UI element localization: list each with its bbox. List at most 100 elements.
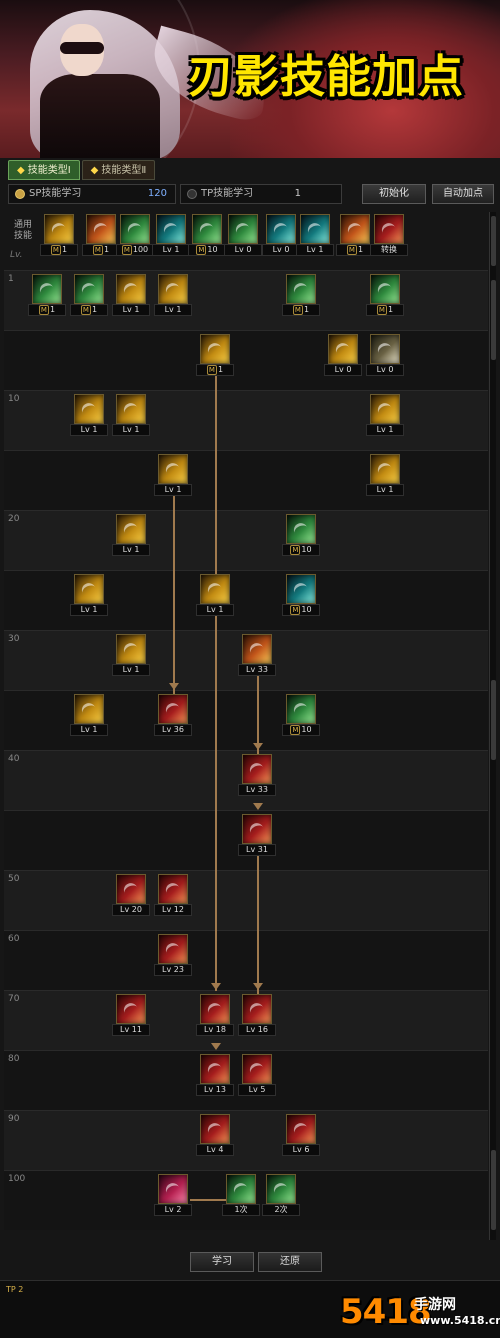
prerequisite-line [257,845,259,995]
skill-level-value: Lv 33 [246,785,268,794]
common-skill-slot[interactable]: 转换 [370,214,408,256]
scroll-thumb[interactable] [491,216,496,266]
skill-slot[interactable]: Lv 1 [366,454,404,496]
common-skill-slot[interactable]: Lv 1 [152,214,190,256]
skill-icon [74,694,104,724]
tree-scrollbar-2[interactable] [489,570,496,870]
skill-icon [158,874,188,904]
skill-slot[interactable]: Lv 6 [282,1114,320,1156]
skill-slot[interactable]: Lv 0 [324,334,362,376]
mastery-icon: M [290,725,301,735]
skill-icon [74,574,104,604]
skill-slot[interactable]: Lv 1 [112,274,150,316]
skill-slot[interactable]: Lv 33 [238,634,276,676]
skill-slot[interactable]: Lv 33 [238,754,276,796]
skill-level: Lv 1 [70,424,108,436]
skill-slot[interactable]: Lv 23 [154,934,192,976]
skill-level: M 10 [282,604,320,616]
skill-slot[interactable]: Lv 16 [238,994,276,1036]
skill-slot[interactable]: Lv 13 [196,1054,234,1096]
skill-slot[interactable]: Lv 1 [154,454,192,496]
common-scrollbar[interactable] [489,212,496,270]
skill-level: Lv 1 [366,424,404,436]
common-skill-slot[interactable]: M 100 [116,214,154,256]
skill-icon [286,694,316,724]
skill-slot[interactable]: 1次 [222,1174,260,1216]
skill-slot[interactable]: M1 [28,274,66,316]
skill-slot[interactable]: M 10 [282,694,320,736]
common-skill-slot[interactable]: M1 [82,214,120,256]
level-label: 50 [8,874,20,884]
skill-slot[interactable]: Lv 4 [196,1114,234,1156]
mastery-icon: M [196,245,207,255]
scroll-thumb[interactable] [491,280,496,360]
skill-slot[interactable]: Lv 1 [366,394,404,436]
common-skill-slot[interactable]: Lv 0 [262,214,300,256]
skill-slot[interactable]: Lv 11 [112,994,150,1036]
skill-slot[interactable]: Lv 1 [70,694,108,736]
prerequisite-line [215,606,217,991]
skill-level: Lv 2 [154,1204,192,1216]
common-skill-slot[interactable]: M 10 [188,214,226,256]
mastery-icon: M [92,245,103,255]
skill-level-value: Lv 1 [80,425,98,434]
skill-slot[interactable]: Lv 1 [70,574,108,616]
skill-level: 转换 [370,244,408,256]
level-row [4,1110,488,1170]
skill-slot[interactable]: M1 [70,274,108,316]
skill-level-value: Lv 23 [162,965,184,974]
revert-button[interactable]: 还原 [258,1252,322,1272]
skill-icon [370,274,400,304]
common-skill-slot[interactable]: Lv 0 [224,214,262,256]
skill-level: M1 [366,304,404,316]
tree-scrollbar-1[interactable] [489,270,496,570]
common-skill-slot[interactable]: Lv 1 [296,214,334,256]
level-label: 60 [8,934,20,944]
skill-slot[interactable]: Lv 2 [154,1174,192,1216]
skill-slot[interactable]: 2次 [262,1174,300,1216]
skill-level-value: 10 [207,245,218,254]
skill-icon [242,634,272,664]
skill-level-value: 1 [303,305,310,314]
learn-button[interactable]: 学习 [190,1252,254,1272]
level-row [4,450,488,510]
skill-slot[interactable]: Lv 1 [112,394,150,436]
scroll-thumb[interactable] [491,680,496,760]
common-skill-slot[interactable]: M1 [40,214,78,256]
tree-scrollbar-3[interactable] [489,870,496,1240]
skill-icon [242,754,272,784]
skill-icon [374,214,404,244]
skill-icon [200,1054,230,1084]
skill-level-value: Lv 0 [234,245,252,254]
arrow-down-icon [211,983,221,990]
skill-slot[interactable]: Lv 18 [196,994,234,1036]
skill-level: Lv 20 [112,904,150,916]
skill-slot[interactable]: Lv 5 [238,1054,276,1096]
skill-slot[interactable]: Lv 36 [154,694,192,736]
skill-slot[interactable]: M 10 [282,574,320,616]
skill-icon [286,274,316,304]
skill-slot[interactable]: M1 [366,274,404,316]
skill-slot[interactable]: Lv 1 [196,574,234,616]
skill-slot[interactable]: M1 [282,274,320,316]
scroll-thumb[interactable] [491,1150,496,1230]
skill-icon [200,574,230,604]
skill-tree: 1 10 20 30 40 50 60 70 80 90 100 M 1 M 1 M 100 Lv 1 M 10 Lv … [0,0,500,1338]
skill-slot[interactable]: M 10 [282,514,320,556]
skill-level: M1 [28,304,66,316]
skill-slot[interactable]: Lv 1 [112,514,150,556]
skill-slot[interactable]: Lv 31 [238,814,276,856]
skill-level-value: 转换 [381,245,397,254]
skill-slot[interactable]: Lv 0 [366,334,404,376]
skill-slot[interactable]: Lv 1 [154,274,192,316]
skill-level: Lv 1 [154,304,192,316]
skill-slot[interactable]: M1 [196,334,234,376]
skill-slot[interactable]: Lv 12 [154,874,192,916]
skill-slot[interactable]: Lv 1 [70,394,108,436]
common-skill-slot[interactable]: M1 [336,214,374,256]
skill-level: M1 [282,304,320,316]
skill-icon [156,214,186,244]
skill-slot[interactable]: Lv 1 [112,634,150,676]
skill-icon [116,514,146,544]
skill-slot[interactable]: Lv 20 [112,874,150,916]
